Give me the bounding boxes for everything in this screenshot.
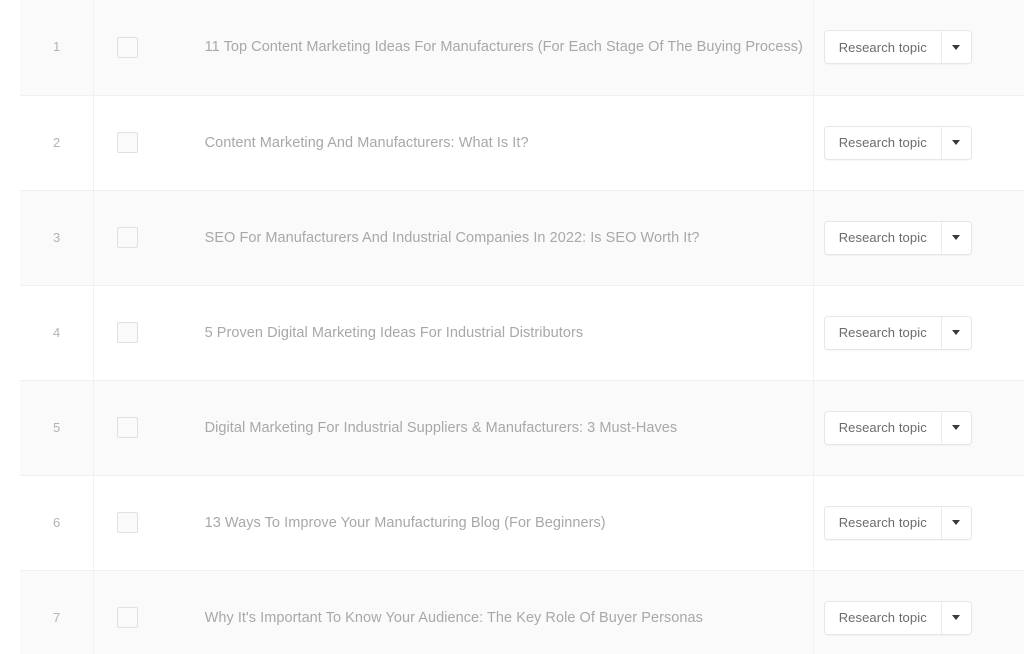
row-title-cell: Content Marketing And Manufacturers: Wha… xyxy=(160,94,814,191)
row-title-cell: Digital Marketing For Industrial Supplie… xyxy=(160,379,814,476)
row-select-cell[interactable] xyxy=(93,0,161,96)
action-wrap: Research topic xyxy=(814,505,1024,540)
table-row[interactable]: 4 5 Proven Digital Marketing Ideas For I… xyxy=(20,284,1024,381)
row-select-cell[interactable] xyxy=(93,189,161,286)
topic-title: Digital Marketing For Industrial Supplie… xyxy=(204,419,678,436)
research-topic-button[interactable]: Research topic xyxy=(824,221,941,254)
row-title-cell: 5 Proven Digital Marketing Ideas For Ind… xyxy=(160,284,814,381)
research-topic-button-group[interactable]: Research topic xyxy=(823,505,972,540)
action-wrap: Research topic xyxy=(814,315,1024,350)
row-index: 3 xyxy=(53,229,61,245)
row-action-cell: Research topic xyxy=(812,569,1024,654)
chevron-down-icon xyxy=(952,615,961,620)
chevron-down-icon xyxy=(952,44,961,50)
topic-title: SEO For Manufacturers And Industrial Com… xyxy=(204,229,700,246)
row-title-cell: 13 Ways To Improve Your Manufacturing Bl… xyxy=(160,474,814,571)
chevron-down-icon xyxy=(952,330,961,335)
research-topic-button-group[interactable]: Research topic xyxy=(823,30,972,65)
row-index: 4 xyxy=(53,324,61,340)
unchecked-checkbox-icon[interactable] xyxy=(116,132,138,153)
topics-table-body: 1 11 Top Content Marketing Ideas For Man… xyxy=(20,0,1024,654)
action-wrap: Research topic xyxy=(814,410,1024,445)
row-index-cell: 1 xyxy=(20,0,95,96)
row-title-cell: 11 Top Content Marketing Ideas For Manuf… xyxy=(160,0,814,96)
research-topic-button[interactable]: Research topic xyxy=(824,126,941,159)
chevron-down-icon xyxy=(952,520,961,525)
row-action-cell: Research topic xyxy=(812,379,1024,476)
row-index-cell: 3 xyxy=(20,189,95,286)
table-row[interactable]: 6 13 Ways To Improve Your Manufacturing … xyxy=(20,474,1024,571)
chevron-down-icon xyxy=(952,425,961,430)
row-index: 2 xyxy=(53,134,61,150)
table-row[interactable]: 5 Digital Marketing For Industrial Suppl… xyxy=(20,379,1024,476)
research-topic-button-group[interactable]: Research topic xyxy=(823,220,972,255)
research-topic-dropdown-button[interactable] xyxy=(940,126,971,159)
row-index: 6 xyxy=(53,514,61,530)
unchecked-checkbox-icon[interactable] xyxy=(116,36,138,58)
topics-table-viewport: 1 11 Top Content Marketing Ideas For Man… xyxy=(0,0,1024,654)
row-index: 5 xyxy=(53,419,61,435)
research-topic-button-group[interactable]: Research topic xyxy=(823,410,972,445)
research-topic-button[interactable]: Research topic xyxy=(824,411,941,444)
chevron-down-icon xyxy=(952,140,961,145)
row-index-cell: 6 xyxy=(20,474,95,571)
research-topic-button[interactable]: Research topic xyxy=(824,506,941,539)
table-row[interactable]: 7 Why It's Important To Know Your Audien… xyxy=(20,569,1024,654)
row-select-cell[interactable] xyxy=(93,284,161,381)
research-topic-dropdown-button[interactable] xyxy=(940,31,971,64)
row-title-cell: Why It's Important To Know Your Audience… xyxy=(160,569,814,654)
unchecked-checkbox-icon[interactable] xyxy=(116,417,138,438)
topic-title: Content Marketing And Manufacturers: Wha… xyxy=(204,134,529,151)
row-action-cell: Research topic xyxy=(812,94,1024,191)
action-wrap: Research topic xyxy=(814,125,1024,160)
row-index-cell: 4 xyxy=(20,284,95,381)
topics-table: 1 11 Top Content Marketing Ideas For Man… xyxy=(20,0,1024,654)
topic-title: 13 Ways To Improve Your Manufacturing Bl… xyxy=(204,514,606,531)
research-topic-button-group[interactable]: Research topic xyxy=(823,315,972,350)
topic-title: 11 Top Content Marketing Ideas For Manuf… xyxy=(204,39,803,56)
research-topic-button-group[interactable]: Research topic xyxy=(823,125,972,160)
row-index-cell: 5 xyxy=(20,379,95,476)
research-topic-dropdown-button[interactable] xyxy=(940,601,971,634)
unchecked-checkbox-icon[interactable] xyxy=(116,227,138,248)
research-topic-button-group[interactable]: Research topic xyxy=(823,600,972,635)
action-wrap: Research topic xyxy=(814,220,1024,255)
table-row[interactable]: 2 Content Marketing And Manufacturers: W… xyxy=(20,94,1024,191)
research-topic-button[interactable]: Research topic xyxy=(824,31,941,64)
unchecked-checkbox-icon[interactable] xyxy=(116,607,138,628)
row-select-cell[interactable] xyxy=(93,379,161,476)
research-topic-dropdown-button[interactable] xyxy=(940,506,971,539)
unchecked-checkbox-icon[interactable] xyxy=(116,322,138,343)
unchecked-checkbox-icon[interactable] xyxy=(116,512,138,533)
action-wrap: Research topic xyxy=(814,600,1024,635)
row-index-cell: 2 xyxy=(20,94,95,191)
row-action-cell: Research topic xyxy=(812,0,1024,96)
research-topic-dropdown-button[interactable] xyxy=(940,221,971,254)
research-topic-dropdown-button[interactable] xyxy=(940,316,971,349)
row-action-cell: Research topic xyxy=(812,189,1024,286)
research-topic-button[interactable]: Research topic xyxy=(824,316,941,349)
row-select-cell[interactable] xyxy=(93,569,161,654)
row-select-cell[interactable] xyxy=(93,94,161,191)
row-title-cell: SEO For Manufacturers And Industrial Com… xyxy=(160,189,814,286)
row-index: 1 xyxy=(53,39,61,55)
topic-title: 5 Proven Digital Marketing Ideas For Ind… xyxy=(204,324,584,341)
research-topic-button[interactable]: Research topic xyxy=(824,601,941,634)
chevron-down-icon xyxy=(952,235,961,240)
research-topic-dropdown-button[interactable] xyxy=(940,411,971,444)
row-select-cell[interactable] xyxy=(93,474,161,571)
row-action-cell: Research topic xyxy=(812,474,1024,571)
row-index-cell: 7 xyxy=(20,569,95,654)
topic-title: Why It's Important To Know Your Audience… xyxy=(204,609,703,626)
table-row[interactable]: 1 11 Top Content Marketing Ideas For Man… xyxy=(20,0,1024,96)
row-index: 7 xyxy=(53,609,61,625)
table-row[interactable]: 3 SEO For Manufacturers And Industrial C… xyxy=(20,189,1024,286)
action-wrap: Research topic xyxy=(814,30,1024,65)
row-action-cell: Research topic xyxy=(812,284,1024,381)
